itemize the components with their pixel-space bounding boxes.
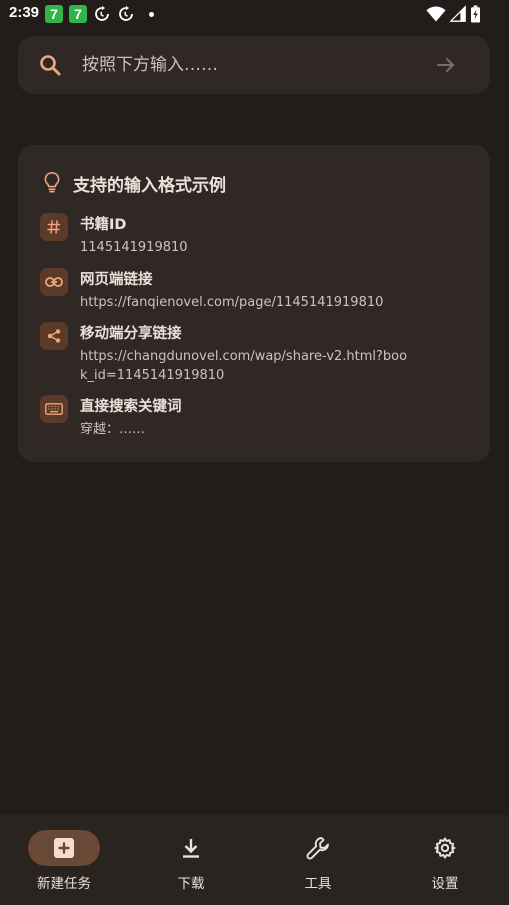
hash-icon <box>40 213 68 241</box>
sync-icon <box>95 5 109 21</box>
nav-item-download[interactable]: 下载 <box>141 830 241 892</box>
card-title: 支持的输入格式示例 <box>73 176 226 196</box>
format-item-example: https://changdunovel.com/wap/share-v2.ht… <box>80 349 408 383</box>
keyboard-icon <box>40 395 68 423</box>
search-input[interactable] <box>82 36 422 94</box>
signal-icon <box>450 5 466 22</box>
wifi-icon <box>426 6 446 22</box>
format-item-example: 穿越：…… <box>80 422 146 437</box>
format-item-label: 移动端分享链接 <box>80 326 182 342</box>
app-badge-icon: 7 <box>45 5 63 23</box>
gear-icon <box>409 830 481 866</box>
search-icon <box>40 55 61 76</box>
arrow-right-icon[interactable] <box>434 53 458 77</box>
status-bar: 2:39 7 7 <box>0 0 509 30</box>
bottom-navigation: 新建任务 下载 工具 设置 <box>0 815 509 905</box>
status-system-icons <box>426 5 481 23</box>
format-item-label: 书籍ID <box>80 217 127 233</box>
format-examples-card: 支持的输入格式示例 书籍ID 1145141919810 网页端链接 https… <box>18 145 490 462</box>
wrench-icon <box>282 830 354 866</box>
nav-label: 下载 <box>177 876 205 892</box>
status-time: 2:39 <box>9 4 40 21</box>
nav-label: 新建任务 <box>37 876 91 892</box>
nav-item-tools[interactable]: 工具 <box>268 830 368 892</box>
sync-icon <box>119 5 133 21</box>
add-box-icon <box>28 830 100 866</box>
status-notification-icons: 7 7 <box>45 5 154 23</box>
download-icon <box>155 830 227 866</box>
nav-label: 设置 <box>431 876 459 892</box>
format-item-example: https://fanqienovel.com/page/11451419198… <box>80 295 384 310</box>
search-bar[interactable] <box>18 36 490 94</box>
format-item-label: 直接搜索关键词 <box>80 399 182 415</box>
nav-label: 工具 <box>304 876 332 892</box>
share-icon <box>40 322 68 350</box>
dot-icon <box>149 11 154 17</box>
nav-item-settings[interactable]: 设置 <box>395 830 495 892</box>
lightbulb-icon <box>44 172 60 193</box>
app-badge-icon: 7 <box>69 5 87 23</box>
link-icon <box>40 268 68 296</box>
format-item-example: 1145141919810 <box>80 240 188 255</box>
battery-icon <box>471 5 480 23</box>
nav-item-new-task[interactable]: 新建任务 <box>14 830 114 892</box>
format-item-label: 网页端链接 <box>80 272 153 288</box>
